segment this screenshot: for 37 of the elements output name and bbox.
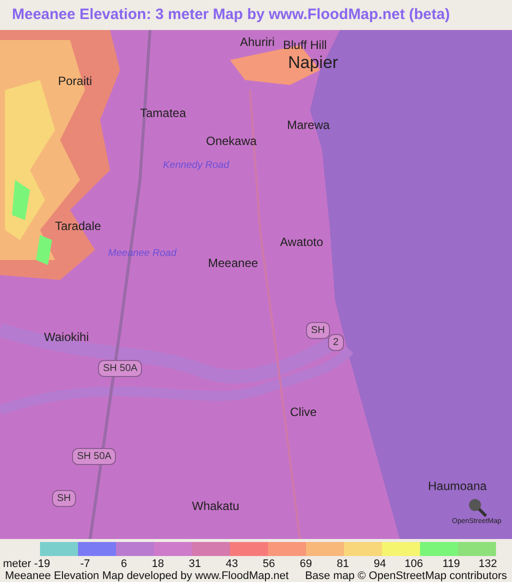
legend-tick-label: 69 [300, 558, 312, 570]
highway-shield: SH [52, 490, 76, 507]
road-label: Kennedy Road [163, 158, 230, 173]
place-label: Clive [290, 404, 317, 421]
place-label: Meeanee [208, 254, 258, 272]
place-label: Ahuriri [240, 34, 275, 51]
highway-shield: SH [306, 322, 330, 339]
place-label: Haumoana [428, 478, 487, 495]
place-label: Marewa [287, 116, 330, 134]
legend-tick-label: 18 [152, 558, 164, 570]
map-title: Meeanee Elevation: 3 meter Map by www.FloodMap.net (beta) [12, 4, 450, 25]
place-label: Onekawa [206, 132, 257, 150]
magnifier-logo-icon [466, 496, 487, 517]
highway-shield: SH 50A [72, 448, 116, 465]
place-label: Waiokihi [44, 328, 89, 346]
legend-tick-label: 106 [404, 558, 423, 570]
legend-tick-label: -7 [80, 558, 90, 570]
place-label: Bluff Hill [283, 36, 327, 54]
legend-tick-label: 6 [120, 558, 127, 570]
highway-shield: SH 50A [98, 360, 142, 377]
legend-tick-label: 31 [188, 558, 201, 570]
attribution-text: Base map © OpenStreetMap contributors [305, 570, 507, 582]
place-label: Napier [288, 52, 338, 74]
legend-tick-label: meter -19 [3, 558, 50, 570]
legend-tick-label: 56 [262, 558, 275, 570]
place-label: Tamatea [140, 104, 186, 122]
legend-tick-label: 119 [442, 558, 460, 570]
place-label: Poraiti [58, 72, 92, 90]
road-label: Meeanee Road [108, 246, 176, 261]
credit-text: Meeanee Elevation Map developed by www.FloodMap.net [5, 570, 289, 582]
legend-tick-label: 94 [374, 558, 386, 570]
legend-tick-label: 43 [226, 558, 238, 570]
place-label: Awatoto [280, 234, 324, 251]
place-label: Taradale [55, 218, 102, 235]
place-label: Whakatu [192, 498, 240, 515]
legend-tick-label: 132 [478, 558, 497, 570]
legend-tick-label: 81 [336, 558, 349, 570]
